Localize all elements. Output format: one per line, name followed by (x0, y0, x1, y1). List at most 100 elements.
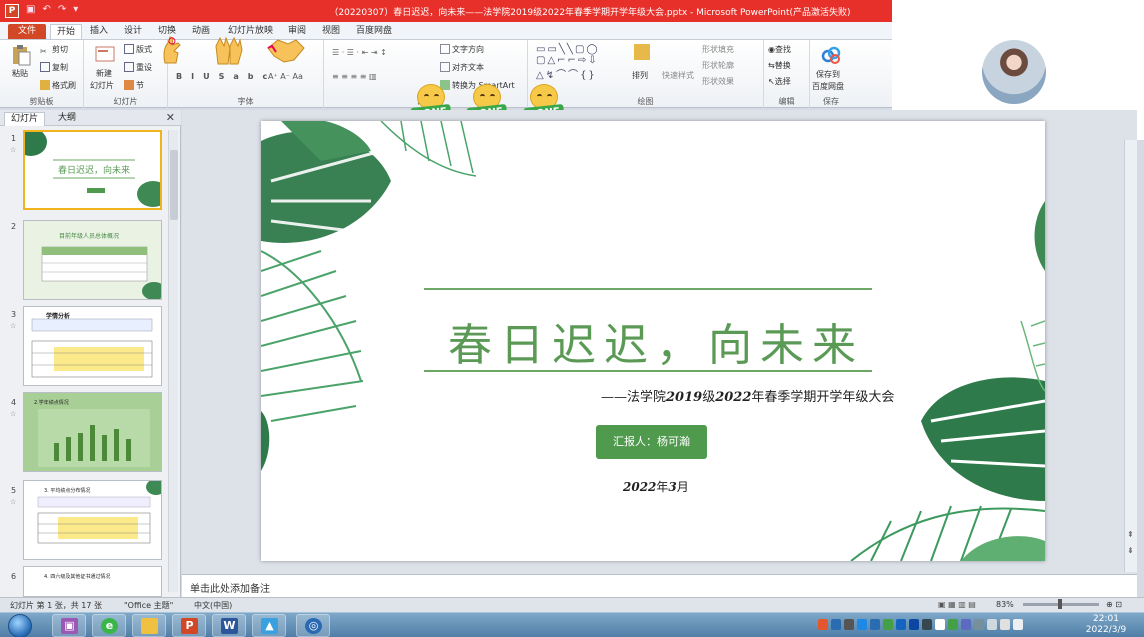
tab-insert[interactable]: 插入 (84, 24, 114, 39)
shape-outline-button[interactable]: 形状轮廓 (702, 60, 734, 71)
thumbnail-scrollbar[interactable] (168, 130, 178, 592)
slide-thumbnail-6[interactable]: 4. 四六级及其他证书通过情况 (23, 566, 162, 597)
text-direction-button[interactable]: 文字方向 (440, 44, 484, 55)
tray-icon[interactable] (831, 619, 841, 630)
clock[interactable]: 22:01 2022/3/9 (1082, 614, 1130, 636)
customize-qat-icon[interactable]: ▾ (73, 4, 78, 15)
volume-icon[interactable] (1013, 619, 1023, 630)
taskbar-app-7[interactable]: ◎ (296, 614, 330, 637)
section-button[interactable]: 节 (124, 80, 144, 91)
tray-icon[interactable] (818, 619, 828, 630)
slide-subtitle[interactable]: ——法学院2019级2022年春季学期开学年级大会 (601, 386, 894, 405)
list-buttons[interactable]: ☰ · ☰ · ⇤ ⇥ ↕ (332, 48, 387, 57)
replace-button[interactable]: ⇆替换 (768, 60, 791, 71)
taskbar-word[interactable]: W (212, 614, 246, 637)
tray-icon[interactable] (974, 619, 984, 630)
language[interactable]: 中文(中国) (194, 600, 232, 611)
tab-design[interactable]: 设计 (118, 24, 148, 39)
new-slide-button-line2[interactable]: 幻灯片 (90, 80, 114, 91)
battery-icon[interactable] (1000, 619, 1010, 630)
redo-icon[interactable]: ↷ (58, 4, 66, 15)
slide-canvas[interactable]: 春日迟迟，向未来 ——法学院2019级2022年春季学期开学年级大会 汇报人：杨… (261, 121, 1045, 561)
slide-date[interactable]: 2022年3月 (623, 478, 689, 495)
fit-to-window-icon[interactable]: ⊕ ⊡ (1106, 600, 1122, 609)
notes-pane[interactable]: 单击此处添加备注 (182, 574, 1137, 597)
font-size-buttons[interactable]: A⁺ A⁻ Aa (268, 72, 303, 81)
reset-button[interactable]: 重设 (124, 62, 152, 73)
tray-icon[interactable] (870, 619, 880, 630)
tray-icon[interactable] (857, 619, 867, 630)
slide-thumbnail-5[interactable]: 3. 平均绩点分布情况 (23, 480, 162, 560)
tray-icon[interactable] (935, 619, 945, 630)
taskbar-app-6[interactable]: ▲ (252, 614, 286, 637)
tray-icon[interactable] (896, 619, 906, 630)
slide-scrollbar[interactable]: ⇞ ⇟ (1124, 140, 1137, 572)
slide-thumbnail-2[interactable]: 目前年级人员总体概况 (23, 220, 162, 300)
align-buttons[interactable]: ≡ ≡ ≡ ≡ ▥ (332, 72, 377, 81)
tab-outline[interactable]: 大纲 (52, 112, 82, 125)
close-icon[interactable]: ✕ (166, 111, 175, 124)
arrange-label[interactable]: 排列 (632, 70, 648, 81)
new-slide-icon[interactable] (94, 44, 116, 66)
tray-icon[interactable] (922, 619, 932, 630)
cut-button[interactable]: ✂ 剪切 (40, 44, 68, 57)
system-tray[interactable] (818, 619, 1023, 630)
font-group-label: 字体 (237, 97, 254, 106)
copy-button[interactable]: 复制 (40, 62, 68, 73)
tray-icon[interactable] (844, 619, 854, 630)
zoom-level[interactable]: 83% (996, 600, 1014, 609)
shapes-gallery[interactable]: ▭▭╲╲▢◯ ▢△⌐⌐⇨⇩ △↯⌒⌒{} (536, 44, 600, 81)
paste-icon[interactable] (10, 44, 32, 66)
network-icon[interactable] (987, 619, 997, 630)
zoom-slider-handle[interactable] (1058, 599, 1062, 609)
quick-styles-button[interactable]: 快速样式 (662, 70, 694, 81)
align-text-button[interactable]: 对齐文本 (440, 62, 484, 73)
slide-thumbnail-4[interactable]: 2.学年绩点情况 (23, 392, 162, 472)
save-icon[interactable]: ▣ (26, 4, 35, 15)
tab-home[interactable]: 开始 (50, 24, 83, 39)
undo-icon[interactable]: ↶ (42, 4, 50, 15)
start-button[interactable] (8, 614, 32, 637)
format-painter-button[interactable]: 格式刷 (40, 80, 76, 91)
next-slide-icon[interactable]: ⇟ (1127, 546, 1134, 555)
new-slide-button[interactable]: 新建 (96, 68, 112, 79)
tray-icon[interactable] (883, 619, 893, 630)
reporter-box[interactable]: 汇报人：杨可瀚 (596, 425, 707, 459)
font-format-buttons[interactable]: BIUSabc (176, 72, 276, 81)
tray-icon[interactable] (948, 619, 958, 630)
taskbar-powerpoint[interactable]: P (172, 614, 206, 637)
taskbar-app-1[interactable]: ▣ (52, 614, 86, 637)
taskbar-app-3[interactable] (132, 614, 166, 637)
arrange-button[interactable] (634, 44, 652, 60)
slide-thumbnail-1[interactable]: 春日迟迟，向未来 (23, 130, 162, 210)
save-group-label: 保存 (823, 97, 839, 106)
slide-title[interactable]: 春日迟迟，向未来 (439, 309, 873, 373)
avatar[interactable] (982, 40, 1046, 104)
table-thumbnail-icon (31, 318, 153, 378)
baidu-cloud-icon[interactable] (820, 44, 842, 66)
shape-fill-button[interactable]: 形状填充 (702, 44, 734, 55)
select-button[interactable]: ↖选择 (768, 76, 791, 87)
tray-icon[interactable] (961, 619, 971, 630)
baidu-netdisk-label[interactable]: 百度网盘 (812, 81, 844, 92)
tab-file[interactable]: 文件 (8, 24, 46, 39)
scrollbar-thumb[interactable] (170, 150, 178, 220)
ribbon-tabs: 文件 开始 插入 设计 切换 动画 幻灯片放映 审阅 视图 百度网盘 (0, 22, 892, 40)
powerpoint-icon[interactable]: P (5, 4, 19, 18)
theme-name[interactable]: "Office 主题" (124, 600, 173, 611)
notes-placeholder[interactable]: 单击此处添加备注 (190, 580, 270, 595)
save-group: 保存到 百度网盘 保存 (810, 40, 852, 108)
tab-view[interactable]: 视图 (316, 24, 346, 39)
taskbar-app-2[interactable]: e (92, 614, 126, 637)
tab-baidu-netdisk[interactable]: 百度网盘 (350, 24, 398, 39)
slide-thumbnail-3[interactable]: 学情分析 (23, 306, 162, 386)
prev-slide-icon[interactable]: ⇞ (1127, 530, 1134, 539)
tray-icon[interactable] (909, 619, 919, 630)
paste-button[interactable]: 粘贴 (12, 68, 28, 79)
save-to-label[interactable]: 保存到 (816, 69, 840, 80)
shape-effects-button[interactable]: 形状效果 (702, 76, 734, 87)
find-button[interactable]: ◉查找 (768, 44, 791, 55)
view-buttons[interactable]: ▣ ▦ ▥ ▤ (938, 600, 976, 609)
tab-slides[interactable]: 幻灯片 (4, 112, 46, 126)
layout-button[interactable]: 版式 (124, 44, 152, 55)
